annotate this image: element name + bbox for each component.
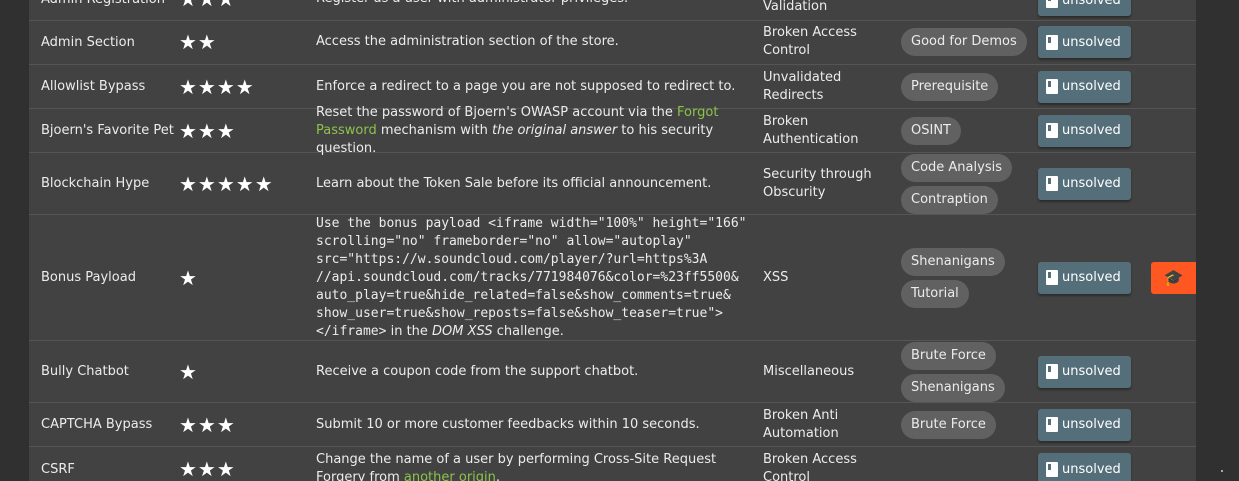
description-text: challenge. [492,323,564,339]
description-emphasis: the original answer [492,122,618,138]
challenge-category: Miscellaneous [763,363,855,379]
challenge-description: Register as a user with administrator pr… [316,0,766,20]
table-row: CAPTCHA Bypass ★★★ Submit 10 or more cus… [29,403,1196,447]
status-label: unsolved [1062,461,1121,477]
tag-chip: Shenanigans [901,373,1005,402]
status-button[interactable]: unsolved [1038,26,1131,58]
tag-chip: OSINT [901,116,961,145]
table-row: Bjoern's Favorite Pet ★★★ Reset the pass… [29,105,1196,156]
tag-chip: Good for Demos [901,28,1027,56]
challenge-category: Broken Access Control [763,452,857,481]
tag-chip: Contraption [901,185,998,214]
tag-chip: Brute Force [901,410,996,439]
description-text: in the [386,323,433,339]
challenge-description: Submit 10 or more customer feedbacks wit… [316,416,700,432]
table-row: CSRF ★★★ Change the name of a user by pe… [29,447,1196,481]
description-text: Change the name of a user by performing … [316,452,717,481]
status-label: unsolved [1062,176,1121,191]
status-button[interactable]: unsolved [1038,70,1131,103]
difficulty-stars: ★★★ [179,0,314,20]
table-row: Blockchain Hype ★★★★★ Learn about the To… [29,153,1196,215]
status-button[interactable]: unsolved [1038,167,1131,200]
tag-chip: Shenanigans [901,247,1005,276]
book-icon [1046,123,1058,138]
book-icon [1046,176,1058,191]
description-text: . [495,470,501,481]
table-row: Bully Chatbot ★ Receive a coupon code fr… [29,341,1196,403]
description-emphasis: DOM XSS [432,323,493,339]
difficulty-stars: ★★ [179,30,217,54]
book-icon [1046,34,1058,50]
description-text: Reset the password of Bjoern's OWASP acc… [316,104,678,120]
challenge-description: Learn about the Token Sale before its of… [316,175,712,191]
scroll-indicator [1221,470,1223,472]
difficulty-stars: ★★★★ [179,74,255,99]
status-label: unsolved [1062,79,1121,94]
difficulty-stars: ★★★ [179,457,236,481]
status-button[interactable]: unsolved [1038,408,1131,441]
challenge-category: XSS [763,269,789,285]
challenge-name: Bjoern's Favorite Pet [41,123,174,138]
challenge-category: Broken Access Control [763,25,857,58]
difficulty-stars: ★ [179,359,198,384]
challenge-name: Bully Chatbot [41,364,129,379]
challenge-name: CSRF [41,461,75,477]
table-row: Admin Section ★★ Access the administrati… [29,20,1196,65]
another-origin-link[interactable]: another origin [404,470,496,481]
challenge-name: Admin Registration [41,0,181,20]
challenge-description: Change the name of a user by performing … [316,447,766,481]
status-button[interactable]: unsolved [1038,453,1131,481]
challenge-description: Access the administration section of the… [316,34,619,49]
status-button[interactable]: unsolved [1038,114,1131,147]
book-icon [1046,417,1058,432]
challenge-name: Allowlist Bypass [41,79,146,94]
challenge-name: Blockchain Hype [41,176,150,191]
status-label: unsolved [1062,34,1121,50]
challenge-category: Unvalidated Redirects [763,69,842,103]
description-text: mechanism with [376,122,493,138]
tag-chip: Code Analysis [901,153,1012,182]
tag-chip: Brute Force [901,341,996,370]
book-icon [1046,0,1058,8]
book-icon [1046,364,1058,379]
status-label: unsolved [1062,123,1121,138]
status-label: unsolved [1062,0,1121,8]
challenge-description: Receive a coupon code from the support c… [316,363,639,379]
book-icon [1046,461,1058,477]
status-button[interactable]: unsolved [1038,261,1131,294]
challenge-name: Admin Section [41,34,135,50]
challenge-description: Reset the password of Bjoern's OWASP acc… [316,105,766,156]
book-icon [1046,79,1058,94]
table-row: Bonus Payload ★ Use the bonus payload <i… [29,215,1196,341]
difficulty-stars: ★★★ [179,412,236,437]
challenge-category: Broken Authentication [763,113,859,147]
challenge-name: CAPTCHA Bypass [41,417,153,432]
difficulty-stars: ★★★ [179,118,236,143]
book-icon [1046,270,1058,285]
status-button[interactable]: unsolved [1038,355,1131,388]
challenge-category: Validation [763,0,828,14]
table-row: Admin Registration ★★★ Register as a use… [29,0,1196,21]
challenge-table: Admin Registration ★★★ Register as a use… [29,0,1196,481]
status-label: unsolved [1062,270,1121,285]
status-label: unsolved [1062,417,1121,432]
challenge-description: Use the bonus payload <iframe width="100… [316,215,766,340]
challenge-description: Enforce a redirect to a page you are not… [316,78,736,94]
difficulty-stars: ★ [179,265,198,290]
graduation-cap-icon: 🎓 [1163,268,1184,287]
challenge-category: Broken Anti Automation [763,407,839,441]
payload-code: Use the bonus payload <iframe width="100… [316,215,747,339]
table-row: Allowlist Bypass ★★★★ Enforce a redirect… [29,65,1196,109]
status-label: unsolved [1062,364,1121,379]
tutorial-button[interactable]: 🎓 [1151,261,1196,294]
challenge-category: Security through Obscurity [763,166,872,200]
difficulty-stars: ★★★★★ [179,171,274,196]
tag-chip: Prerequisite [901,72,999,101]
status-button[interactable]: unsolved [1038,0,1131,16]
challenge-name: Bonus Payload [41,270,136,285]
tag-chip: Tutorial [901,279,969,308]
